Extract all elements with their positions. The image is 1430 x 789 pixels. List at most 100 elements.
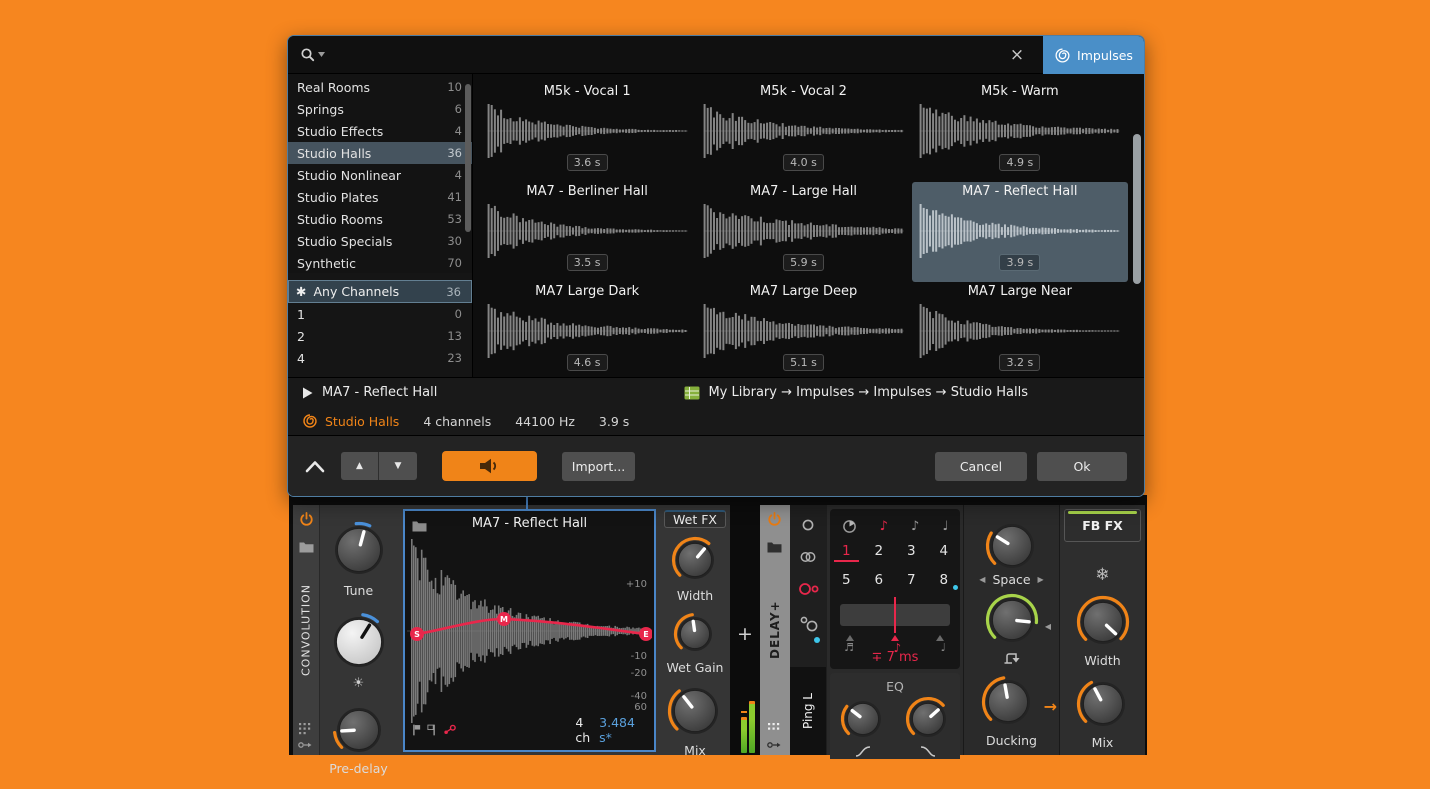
- sidebar-category-item[interactable]: Studio Rooms53: [288, 208, 472, 230]
- wet-width-knob[interactable]: [671, 536, 719, 588]
- channel-filter-item[interactable]: 423: [288, 347, 472, 369]
- brightness-knob[interactable]: [329, 612, 389, 676]
- time-offset-slider[interactable]: [840, 604, 950, 626]
- result-item[interactable]: MA7 - Reflect Hall3.9 s: [912, 182, 1128, 282]
- feedback-detent-icon[interactable]: ◀: [1045, 622, 1051, 631]
- ok-button[interactable]: Ok: [1037, 452, 1127, 481]
- note-mode-straight-icon[interactable]: ♪: [911, 519, 919, 534]
- sync-clock-icon[interactable]: [842, 519, 857, 534]
- collapse-chevron-icon[interactable]: [305, 460, 325, 473]
- channel-filter-item[interactable]: 10: [288, 303, 472, 325]
- collection-tag[interactable]: Studio Halls: [325, 414, 399, 429]
- filter-any-channels[interactable]: ✱ Any Channels 36: [288, 280, 472, 303]
- result-item[interactable]: M5k - Warm4.9 s: [912, 82, 1128, 182]
- result-title: MA7 - Reflect Hall: [962, 184, 1077, 202]
- mode-dual-icon[interactable]: [798, 615, 820, 637]
- fb-fx-header[interactable]: FB FX: [1064, 509, 1141, 542]
- result-item[interactable]: MA7 Large Dark4.6 s: [479, 282, 695, 382]
- output-routing-icon[interactable]: [298, 741, 312, 749]
- result-item[interactable]: MA7 Large Deep5.1 s: [695, 282, 911, 382]
- mode-stereo-icon[interactable]: [798, 549, 818, 569]
- device-name[interactable]: CONVOLUTION: [293, 505, 319, 755]
- sidebar-category-item[interactable]: Real Rooms10: [288, 76, 472, 98]
- sidebar-category-item[interactable]: Studio Effects4: [288, 120, 472, 142]
- feedback-knob[interactable]: [985, 593, 1039, 651]
- grid-dots-icon[interactable]: [299, 723, 311, 735]
- division-number-2[interactable]: 2: [874, 543, 883, 562]
- freeze-snowflake-icon[interactable]: ❄: [1060, 565, 1145, 585]
- close-icon[interactable]: ×: [1002, 36, 1032, 74]
- mode-ping-pong-icon[interactable]: [798, 581, 820, 601]
- play-icon[interactable]: [302, 387, 313, 399]
- wet-gain-label: Wet Gain: [667, 660, 724, 675]
- next-item-button[interactable]: ▼: [379, 452, 417, 480]
- marker-flag2-icon[interactable]: [427, 724, 435, 736]
- channel-count: 0: [455, 307, 462, 321]
- breadcrumb[interactable]: My Library → Impulses → Impulses → Studi…: [708, 385, 1028, 400]
- feedback-repeat-icon[interactable]: [964, 651, 1059, 670]
- sidebar-category-item[interactable]: Studio Specials30: [288, 230, 472, 252]
- eq-low-knob[interactable]: [840, 696, 886, 746]
- marker-flag-icon[interactable]: [413, 724, 421, 736]
- search-icon[interactable]: [300, 47, 325, 63]
- division-number-6[interactable]: 6: [874, 572, 883, 588]
- sidebar-category-item[interactable]: Springs6: [288, 98, 472, 120]
- results-scrollbar[interactable]: [1133, 134, 1141, 284]
- eq-high-knob[interactable]: [905, 696, 951, 746]
- display-length[interactable]: 3.484 s*: [599, 715, 646, 745]
- delay-output-routing-icon[interactable]: [767, 741, 781, 749]
- predelay-knob[interactable]: [332, 703, 386, 761]
- result-item[interactable]: MA7 Large Near3.2 s: [912, 282, 1128, 382]
- division-number-4[interactable]: 4: [939, 543, 948, 562]
- prev-next-group: ▲ ▼: [341, 452, 417, 480]
- channel-filter-item[interactable]: 213: [288, 325, 472, 347]
- ducking-knob[interactable]: [981, 675, 1035, 733]
- result-item[interactable]: MA7 - Berliner Hall3.5 s: [479, 182, 695, 282]
- division-number-1[interactable]: 1: [834, 543, 859, 562]
- eq-label: EQ: [830, 673, 960, 694]
- delay-time-value[interactable]: 7 ms: [887, 650, 919, 665]
- category-scrollbar[interactable]: [465, 84, 471, 232]
- space-knob[interactable]: [985, 519, 1039, 577]
- division-number-3[interactable]: 3: [907, 543, 916, 562]
- wet-gain-knob[interactable]: [673, 612, 717, 660]
- result-waveform: [487, 102, 688, 160]
- category-name: Studio Effects: [297, 124, 383, 139]
- impulse-display[interactable]: MA7 - Reflect Hall SME +10 -10 -20 -40 6…: [403, 509, 656, 752]
- space-next-icon[interactable]: ▶: [1038, 575, 1044, 584]
- sidebar-category-item[interactable]: Studio Plates41: [288, 186, 472, 208]
- previous-item-button[interactable]: ▲: [341, 452, 379, 480]
- division-number-5[interactable]: 5: [842, 572, 851, 588]
- sidebar-category-item[interactable]: Synthetic70: [288, 252, 472, 273]
- note-mode-triplet-icon[interactable]: ♩: [942, 519, 948, 534]
- result-item[interactable]: M5k - Vocal 24.0 s: [695, 82, 911, 182]
- division-number-8[interactable]: 8: [939, 572, 948, 588]
- impulse-waveform[interactable]: SME: [407, 535, 652, 727]
- result-item[interactable]: MA7 - Large Hall5.9 s: [695, 182, 911, 282]
- note-mode-dotted-icon[interactable]: ♪: [880, 519, 888, 534]
- import-button[interactable]: Import...: [562, 452, 635, 481]
- envelope-link-icon[interactable]: [443, 724, 457, 736]
- delay-mix-knob[interactable]: [1076, 677, 1130, 735]
- cancel-button[interactable]: Cancel: [935, 452, 1027, 481]
- mode-mono-icon[interactable]: [798, 517, 818, 537]
- space-prev-icon[interactable]: ◀: [979, 575, 985, 584]
- result-item[interactable]: M5k - Vocal 13.6 s: [479, 82, 695, 182]
- browser-footer: ▲ ▼ Import... Cancel Ok: [288, 435, 1144, 496]
- tune-knob[interactable]: [330, 521, 388, 583]
- wet-fx-header[interactable]: Wet FX: [664, 510, 726, 528]
- division-number-7[interactable]: 7: [907, 572, 916, 588]
- wet-mix-knob[interactable]: [667, 683, 723, 743]
- slider-cursor[interactable]: [894, 597, 896, 633]
- tab-impulses[interactable]: Impulses: [1043, 36, 1144, 74]
- sidebar-category-item[interactable]: Studio Nonlinear4: [288, 164, 472, 186]
- fb-width-knob[interactable]: [1076, 595, 1130, 653]
- device-gap: +: [730, 505, 760, 755]
- add-device-button[interactable]: +: [730, 623, 760, 645]
- delay-device-name[interactable]: DELAY+: [760, 505, 790, 755]
- audition-button[interactable]: [442, 451, 537, 481]
- result-title: MA7 - Large Hall: [750, 184, 857, 202]
- ping-mode-box[interactable]: Ping L: [790, 667, 826, 755]
- delay-grid-dots-icon[interactable]: [768, 723, 780, 735]
- sidebar-category-item[interactable]: Studio Halls36: [288, 142, 472, 164]
